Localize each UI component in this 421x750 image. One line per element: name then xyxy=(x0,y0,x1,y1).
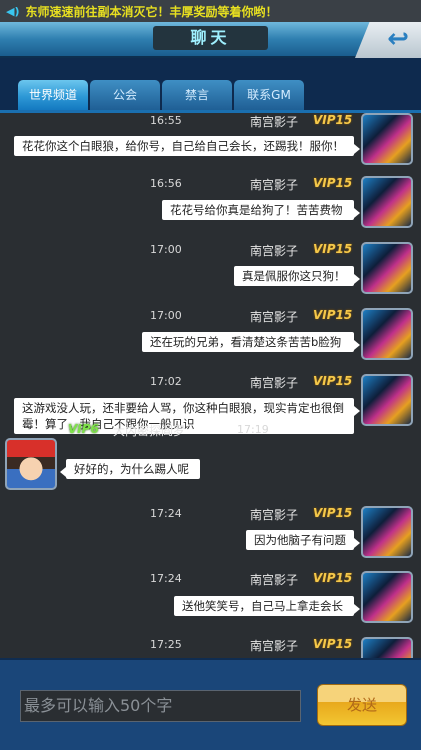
back-button[interactable]: ↩ xyxy=(355,22,421,58)
message-bubble: 好好的，为什么踢人呢 xyxy=(60,459,200,479)
speaker-icon: ◀) xyxy=(6,4,20,18)
message-time: 17:25 xyxy=(150,638,182,651)
message-bubble: 花花你这个白眼狼，给你号，自己给自己会长，还踢我！服你！ xyxy=(14,136,360,156)
message-input[interactable]: 最多可以输入50个字 xyxy=(20,690,301,722)
message-bubble: 还在玩的兄弟，看清楚这条苦苦b脸狗 xyxy=(142,332,360,352)
message-time: 17:24 xyxy=(150,507,182,520)
sender-name: 南宫影子 xyxy=(250,244,299,258)
message-time: 16:56 xyxy=(150,177,182,190)
tab-guild[interactable]: 公会 xyxy=(90,80,160,110)
sender-name: 南宫影子 xyxy=(250,376,299,390)
vip-badge: VIP15 xyxy=(313,308,353,322)
message-time: 17:00 xyxy=(150,309,182,322)
send-button[interactable]: 发送 xyxy=(317,684,407,726)
vip-badge: VIP15 xyxy=(313,571,353,585)
page-title: 聊天 xyxy=(153,26,268,50)
message-bubble: 花花号给你真是给狗了！苦苦费物 xyxy=(162,200,360,220)
message-bubble: 因为他脑子有问题 xyxy=(246,530,360,550)
sender-name: 大内密探阎罗 xyxy=(113,424,186,438)
message-bubble: 送他笑笑号，自己马上拿走会长 xyxy=(174,596,360,616)
tab-muted[interactable]: 禁言 xyxy=(162,80,232,110)
avatar[interactable] xyxy=(5,438,57,490)
message-time: 17:19 xyxy=(237,423,269,436)
vip-badge: VIP15 xyxy=(313,374,353,388)
avatar[interactable] xyxy=(361,113,413,165)
input-bar: 最多可以输入50个字 发送 xyxy=(0,658,421,750)
message-time: 17:02 xyxy=(150,375,182,388)
avatar[interactable] xyxy=(361,176,413,228)
announcement-marquee: ◀) 东师速速前往副本消灭它！丰厚奖励等着你哟！ xyxy=(0,0,421,22)
message-time: 16:55 xyxy=(150,114,182,127)
sender-name: 南宫影子 xyxy=(250,573,299,587)
announcement-text: 东师速速前往副本消灭它！丰厚奖励等着你哟！ xyxy=(25,4,278,19)
sender-name: 南宫影子 xyxy=(250,310,299,324)
avatar[interactable] xyxy=(361,242,413,294)
vip-badge: VIP15 xyxy=(313,637,353,651)
message-bubble: 真是佩服你这只狗！ xyxy=(234,266,360,286)
sender-name: 南宫影子 xyxy=(250,508,299,522)
channel-tabs: 世界频道 公会 禁言 联系GM xyxy=(18,80,304,110)
sender-name: 南宫影子 xyxy=(250,639,299,653)
vip-badge: VIP15 xyxy=(313,506,353,520)
sender-name: 南宫影子 xyxy=(250,115,299,129)
vip-badge: VIP6 xyxy=(68,422,99,436)
avatar[interactable] xyxy=(361,571,413,623)
message-time: 17:24 xyxy=(150,572,182,585)
avatar[interactable] xyxy=(361,506,413,558)
message-time: 17:00 xyxy=(150,243,182,256)
avatar[interactable] xyxy=(361,308,413,360)
tab-contact-gm[interactable]: 联系GM xyxy=(234,80,304,110)
tab-world-channel[interactable]: 世界频道 xyxy=(18,80,88,110)
avatar[interactable] xyxy=(361,374,413,426)
vip-badge: VIP15 xyxy=(313,113,353,127)
header: 聊天 ↩ xyxy=(0,22,421,58)
tab-underline xyxy=(0,110,421,113)
vip-badge: VIP15 xyxy=(313,176,353,190)
back-arrow-icon: ↩ xyxy=(387,24,409,54)
vip-badge: VIP15 xyxy=(313,242,353,256)
sender-name: 南宫影子 xyxy=(250,178,299,192)
